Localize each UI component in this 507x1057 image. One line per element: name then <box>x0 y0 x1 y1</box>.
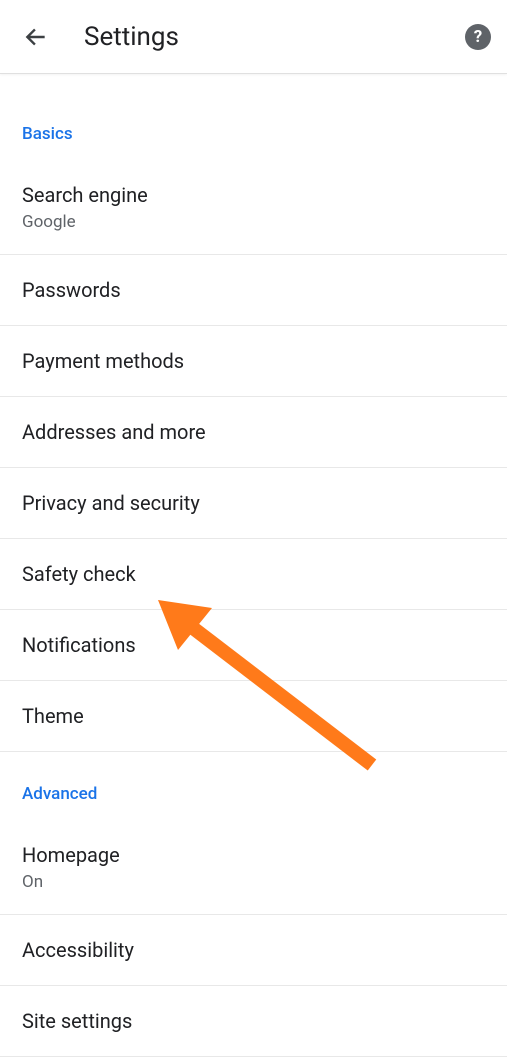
settings-item-safety-check[interactable]: Safety check <box>0 539 507 610</box>
help-icon: ? <box>474 27 482 47</box>
item-title: Accessibility <box>22 937 485 963</box>
item-title: Site settings <box>22 1008 485 1034</box>
item-title: Payment methods <box>22 348 485 374</box>
basics-list: Search engine Google Passwords Payment m… <box>0 160 507 752</box>
item-title: Theme <box>22 703 485 729</box>
item-subtitle: On <box>22 872 485 892</box>
settings-item-site-settings[interactable]: Site settings <box>0 986 507 1057</box>
settings-item-theme[interactable]: Theme <box>0 681 507 752</box>
section-basics-header: Basics <box>0 74 507 160</box>
settings-item-notifications[interactable]: Notifications <box>0 610 507 681</box>
page-title: Settings <box>84 22 465 52</box>
settings-item-homepage[interactable]: Homepage On <box>0 820 507 915</box>
item-title: Privacy and security <box>22 490 485 516</box>
settings-item-payment-methods[interactable]: Payment methods <box>0 326 507 397</box>
back-arrow-icon <box>23 24 49 50</box>
settings-item-search-engine[interactable]: Search engine Google <box>0 160 507 255</box>
item-title: Addresses and more <box>22 419 485 445</box>
settings-item-privacy-security[interactable]: Privacy and security <box>0 468 507 539</box>
item-subtitle: Google <box>22 212 485 232</box>
section-advanced-header: Advanced <box>0 752 507 820</box>
help-button[interactable]: ? <box>465 24 491 50</box>
item-title: Passwords <box>22 277 485 303</box>
item-title: Safety check <box>22 561 485 587</box>
settings-item-passwords[interactable]: Passwords <box>0 255 507 326</box>
settings-item-accessibility[interactable]: Accessibility <box>0 915 507 986</box>
settings-item-addresses[interactable]: Addresses and more <box>0 397 507 468</box>
item-title: Homepage <box>22 842 485 868</box>
item-title: Search engine <box>22 182 485 208</box>
app-header: Settings ? <box>0 0 507 74</box>
advanced-list: Homepage On Accessibility Site settings <box>0 820 507 1057</box>
item-title: Notifications <box>22 632 485 658</box>
back-button[interactable] <box>16 17 56 57</box>
